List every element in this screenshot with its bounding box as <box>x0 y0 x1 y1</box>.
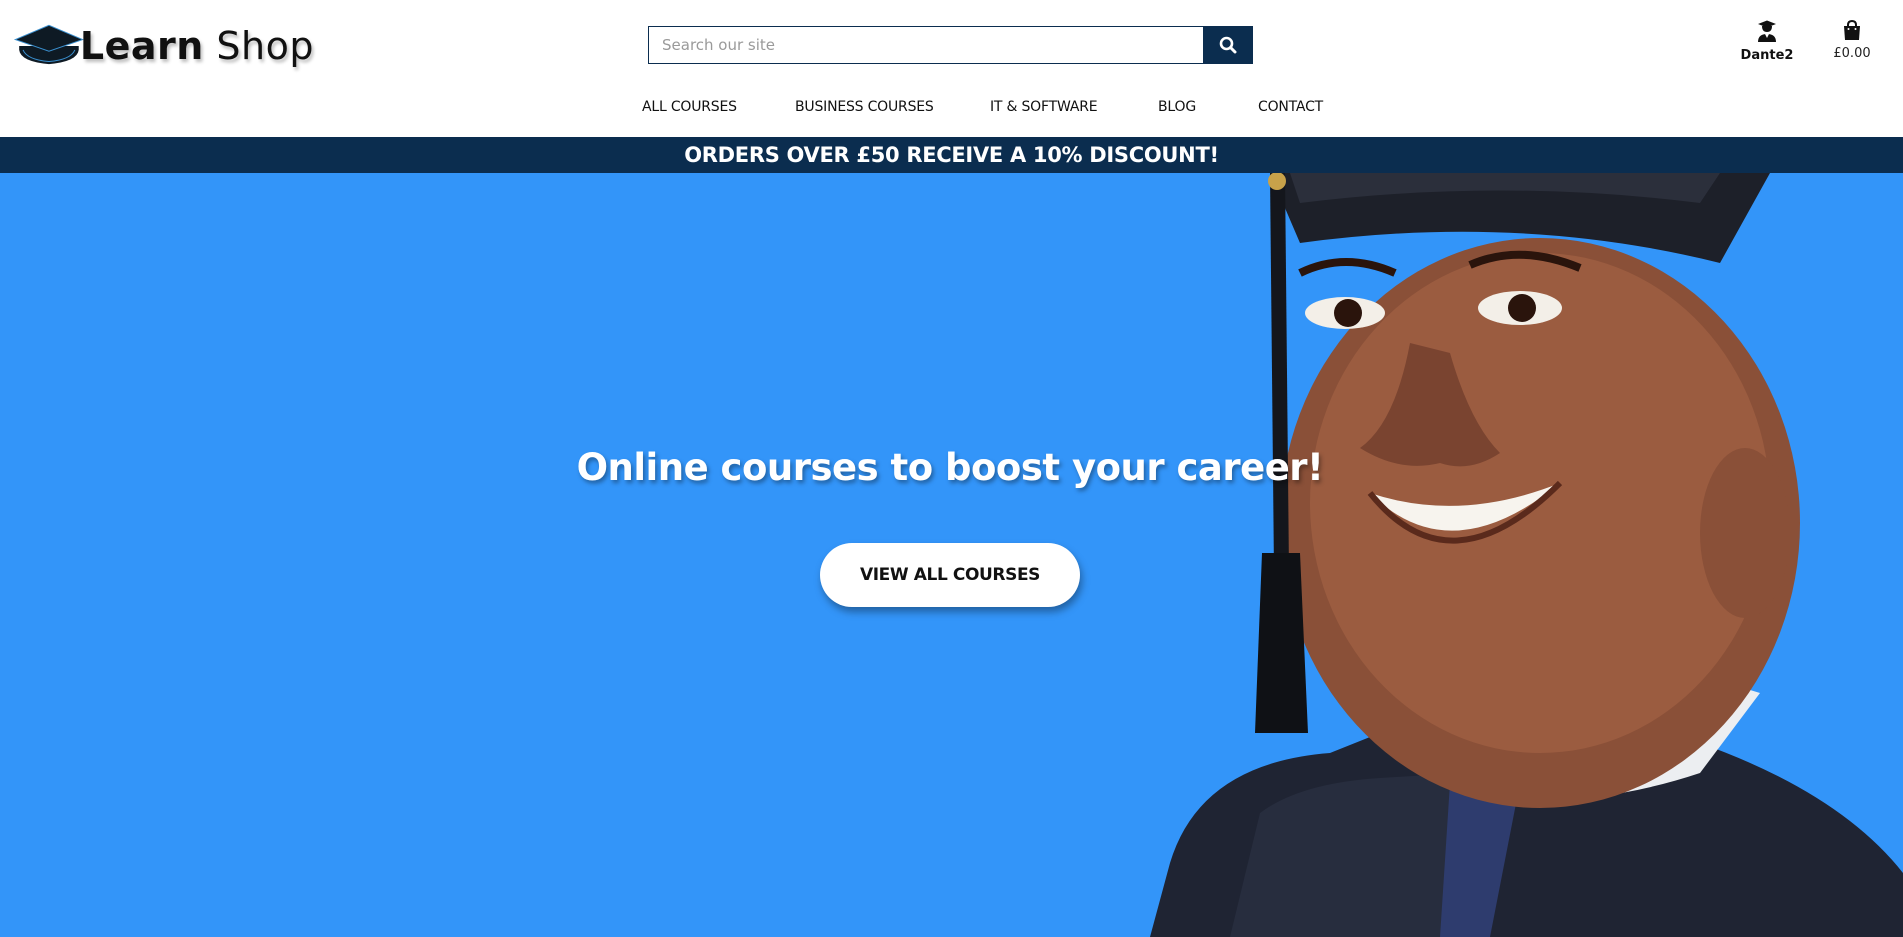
shopping-bag-icon <box>1844 20 1860 40</box>
search-form <box>648 26 1253 64</box>
nav-item-contact[interactable]: CONTACT <box>1258 99 1323 115</box>
site-header: Learn Shop Dante2 £0.00 ALL COURSES <box>0 0 1903 137</box>
promo-banner: ORDERS OVER £50 RECEIVE A 10% DISCOUNT! <box>0 137 1903 173</box>
hero-headline: Online courses to boost your career! <box>0 446 1900 489</box>
logo-text: Learn Shop <box>80 24 314 68</box>
logo-word-shop: Shop <box>216 24 314 68</box>
nav-item-business-courses[interactable]: BUSINESS COURSES <box>795 99 934 115</box>
user-graduate-icon <box>1758 20 1776 42</box>
account-link[interactable]: Dante2 <box>1737 20 1797 63</box>
search-icon <box>1219 36 1237 54</box>
graduation-cap-icon <box>14 24 84 65</box>
nav-item-all-courses[interactable]: ALL COURSES <box>642 99 737 115</box>
hero-headline-end: your career! <box>1059 446 1324 489</box>
hero-section: Online courses to boost your career! VIE… <box>0 173 1903 937</box>
hero-headline-bold: boost <box>945 446 1060 489</box>
nav-item-it-software[interactable]: IT & SOFTWARE <box>990 99 1098 115</box>
shopping-bag-link[interactable]: £0.00 <box>1825 20 1879 61</box>
promo-text: ORDERS OVER £50 RECEIVE A 10% DISCOUNT! <box>684 143 1219 167</box>
account-username: Dante2 <box>1740 48 1794 63</box>
nav-item-blog[interactable]: BLOG <box>1158 99 1196 115</box>
search-input[interactable] <box>648 26 1203 64</box>
logo-word-learn: Learn <box>79 24 204 68</box>
main-nav: ALL COURSES BUSINESS COURSES IT & SOFTWA… <box>0 99 1903 119</box>
view-all-courses-button[interactable]: VIEW ALL COURSES <box>820 543 1080 607</box>
site-logo[interactable]: Learn Shop <box>14 12 314 80</box>
hero-headline-start: Online courses to <box>576 446 946 489</box>
bag-total: £0.00 <box>1833 46 1871 61</box>
search-button[interactable] <box>1203 26 1253 64</box>
